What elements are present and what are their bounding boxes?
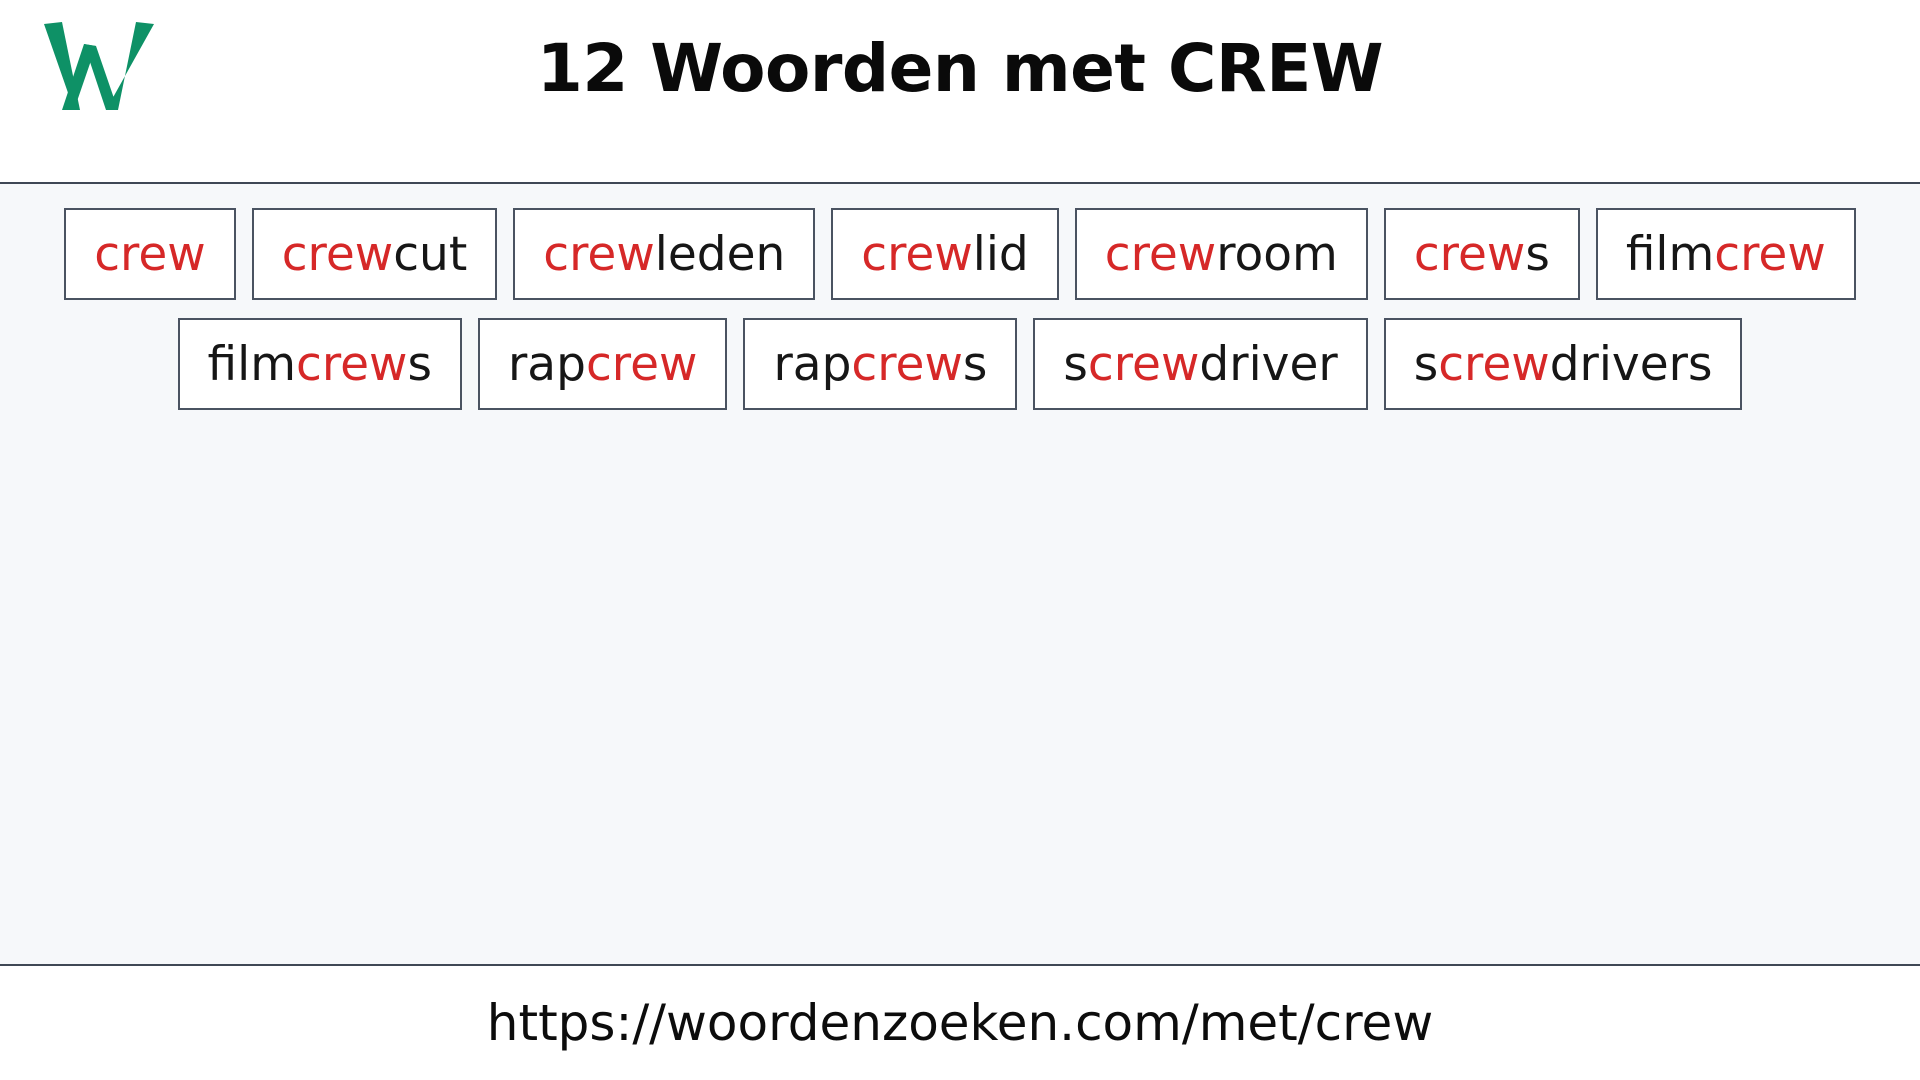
word-part-plain: film (1625, 226, 1715, 282)
word-list-panel: crew crew cut crew leden crew lid crew room crew s… (0, 184, 1920, 966)
word-chip[interactable]: crew room (1074, 208, 1368, 300)
word-part-plain: rap (507, 336, 586, 392)
word-chip[interactable]: film crew s (177, 318, 462, 410)
word-chip[interactable]: crew s (1383, 208, 1580, 300)
word-part-highlight: crew (585, 336, 698, 392)
word-part-highlight: crew (1413, 226, 1526, 282)
word-part-highlight: crew (1087, 336, 1200, 392)
word-part-highlight: crew (1714, 226, 1826, 282)
word-chip[interactable]: s crew driver (1033, 318, 1368, 410)
word-rows: crew crew cut crew leden crew lid crew room crew s… (20, 208, 1900, 410)
word-row: crew crew cut crew leden crew lid crew room crew s… (64, 208, 1856, 300)
word-part-highlight: crew (1104, 226, 1217, 282)
word-part-highlight: crew (94, 226, 206, 282)
word-chip[interactable]: rap crew (477, 318, 728, 410)
page-footer: https://woordenzoeken.com/met/crew (0, 966, 1920, 1080)
word-chip[interactable]: crew lid (831, 208, 1059, 300)
word-part-plain: rap (773, 336, 852, 392)
word-part-plain: s (1525, 226, 1550, 282)
page-title: 12 Woorden met CREW (536, 30, 1384, 107)
word-part-plain: lid (972, 226, 1029, 282)
word-chip[interactable]: rap crew s (743, 318, 1018, 410)
word-part-highlight: crew (861, 226, 973, 282)
word-chip[interactable]: crew cut (251, 208, 498, 300)
word-part-plain: film (207, 336, 296, 392)
word-chip[interactable]: s crew drivers (1383, 318, 1743, 410)
word-part-plain: cut (393, 226, 468, 282)
word-chip[interactable]: crew leden (513, 208, 816, 300)
word-part-plain: s (407, 336, 432, 392)
word-chip[interactable]: crew (64, 208, 236, 300)
word-part-highlight: crew (851, 336, 963, 392)
word-part-plain: s (1413, 336, 1439, 392)
word-chip[interactable]: film crew (1595, 208, 1856, 300)
page-header: 12 Woorden met CREW (0, 0, 1920, 184)
word-part-plain: s (962, 336, 988, 392)
word-part-plain: driver (1199, 336, 1338, 392)
word-part-highlight: crew (1438, 336, 1550, 392)
page-root: 12 Woorden met CREW crew crew cut crew leden… (0, 0, 1920, 1080)
word-part-plain: room (1216, 226, 1338, 282)
word-part-plain: drivers (1549, 336, 1713, 392)
word-part-plain: leden (654, 226, 786, 282)
source-url[interactable]: https://woordenzoeken.com/met/crew (487, 994, 1433, 1052)
word-part-highlight: crew (543, 226, 655, 282)
word-part-plain: s (1063, 336, 1088, 392)
word-row: film crew s rap crew rap crew s s crew driver s crew… (177, 318, 1743, 410)
word-part-highlight: crew (281, 226, 394, 282)
word-part-highlight: crew (295, 336, 408, 392)
